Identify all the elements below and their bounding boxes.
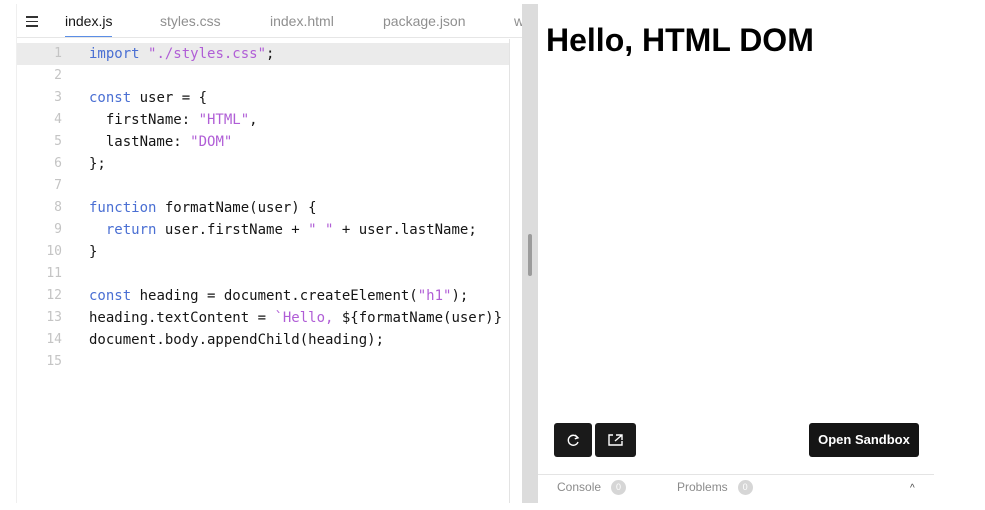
code-text: document.body.appendChild(heading); <box>89 329 384 351</box>
line-number: 2 <box>54 68 62 83</box>
preview-pane: Hello, HTML DOM Open Sandbox Console 0 Pr… <box>538 4 934 503</box>
code-token: }; <box>89 156 106 172</box>
code-line[interactable]: 9 return user.firstName + " " + user.las… <box>17 219 510 241</box>
pane-splitter[interactable] <box>522 4 538 503</box>
preview-heading: Hello, HTML DOM <box>546 22 814 58</box>
code-text: function formatName(user) { <box>89 197 317 219</box>
code-keyword: const <box>89 288 132 304</box>
menu-icon[interactable] <box>22 12 42 30</box>
chevron-up-icon[interactable]: ^ <box>910 483 915 494</box>
code-editor: index.js styles.css index.html package.j… <box>16 4 523 503</box>
tab-package-json[interactable]: package.json <box>383 4 466 37</box>
line-number: 12 <box>46 288 62 303</box>
code-keyword: function <box>89 200 157 216</box>
code-line[interactable]: 14 document.body.appendChild(heading); <box>17 329 510 351</box>
line-number: 7 <box>54 178 62 193</box>
code-text: const heading = document.createElement("… <box>89 285 468 307</box>
code-text: } <box>89 241 97 263</box>
code-line[interactable]: 2 <box>17 65 510 87</box>
console-bar: Console 0 Problems 0 ^ <box>538 474 934 503</box>
line-number: 8 <box>54 200 62 215</box>
line-number: 13 <box>46 310 62 325</box>
code-keyword: return <box>105 222 157 238</box>
refresh-button[interactable] <box>554 423 592 457</box>
code-token: + user.lastName; <box>333 222 477 238</box>
code-token: , <box>249 112 258 128</box>
code-line[interactable]: 10} <box>17 241 510 263</box>
sandbox-embed: index.js styles.css index.html package.j… <box>16 4 934 503</box>
code-string: `Hello, <box>274 310 342 326</box>
code-token: lastName: <box>89 134 191 150</box>
code-line[interactable]: 1 import "./styles.css"; <box>17 43 510 65</box>
code-text: }; <box>89 153 106 175</box>
code-line[interactable]: 12 const heading = document.createElement… <box>17 285 510 307</box>
code-token: document.body.appendChild(heading); <box>89 332 385 348</box>
line-number: 15 <box>46 354 62 369</box>
code-string: "DOM" <box>190 134 233 150</box>
splitter-handle[interactable] <box>528 234 532 276</box>
line-number: 1 <box>54 46 62 61</box>
code-line[interactable]: 11 <box>17 263 510 285</box>
problems-label: Problems <box>677 480 728 494</box>
code-line[interactable]: 5 lastName: "DOM" <box>17 131 510 153</box>
file-tabs: index.js styles.css index.html package.j… <box>17 4 523 38</box>
code-line[interactable]: 3 const user = { <box>17 87 510 109</box>
console-label: Console <box>557 480 602 494</box>
code-token: ; <box>266 46 275 62</box>
editor-scrollbar[interactable] <box>509 39 510 503</box>
line-number: 4 <box>54 112 62 127</box>
line-number: 3 <box>54 90 62 105</box>
line-number: 11 <box>46 266 62 281</box>
line-number: 5 <box>54 134 62 149</box>
line-number: 14 <box>46 332 62 347</box>
code-token: } <box>89 244 98 260</box>
code-token: user = { <box>131 90 208 106</box>
code-token: heading = document.createElement( <box>131 288 418 304</box>
code-line[interactable]: 4 firstName: "HTML", <box>17 109 510 131</box>
code-line[interactable]: 7 <box>17 175 510 197</box>
tab-index-js[interactable]: index.js <box>65 4 113 37</box>
code-text: import "./styles.css"; <box>89 43 274 65</box>
code-token: user.firstName + <box>156 222 309 238</box>
code-area[interactable]: 1 import "./styles.css"; 2 3 const user = {4… <box>17 39 510 503</box>
code-token: heading.textContent = <box>89 310 275 326</box>
line-number: 6 <box>54 156 62 171</box>
code-string: "HTML" <box>198 112 250 128</box>
code-line[interactable]: 8 function formatName(user) { <box>17 197 510 219</box>
code-token: ); <box>451 288 469 304</box>
code-string: " " <box>308 222 334 238</box>
open-new-window-icon <box>608 434 623 446</box>
console-count-badge: 0 <box>611 480 627 496</box>
code-text: return user.firstName + " " + user.lastN… <box>89 219 477 241</box>
code-line[interactable]: 15 <box>17 351 510 373</box>
code-token: ${formatName(user)} <box>341 310 503 326</box>
code-text: const user = { <box>89 87 207 109</box>
code-token: firstName: <box>89 112 199 128</box>
code-keyword: const <box>89 90 132 106</box>
code-text: lastName: "DOM" <box>89 131 232 153</box>
tab-styles-css[interactable]: styles.css <box>160 4 221 37</box>
open-new-window-button[interactable] <box>595 423 636 457</box>
code-text: heading.textContent = `Hello, ${formatNa… <box>89 307 502 329</box>
refresh-icon <box>567 434 580 446</box>
code-token: formatName(user) { <box>156 200 317 216</box>
code-text: firstName: "HTML", <box>89 109 258 131</box>
code-string: "./styles.css" <box>148 46 267 62</box>
code-string: "h1" <box>417 288 452 304</box>
code-keyword: import <box>89 46 140 62</box>
open-sandbox-button[interactable]: Open Sandbox <box>809 423 919 457</box>
line-number: 10 <box>46 244 62 259</box>
tab-index-html[interactable]: index.html <box>270 4 334 37</box>
code-line[interactable]: 6}; <box>17 153 510 175</box>
problems-count-badge: 0 <box>737 480 753 496</box>
line-number: 9 <box>54 222 62 237</box>
console-tab[interactable]: Console 0 <box>557 480 627 496</box>
problems-tab[interactable]: Problems 0 <box>677 480 753 496</box>
code-line[interactable]: 13 heading.textContent = `Hello, ${format… <box>17 307 510 329</box>
